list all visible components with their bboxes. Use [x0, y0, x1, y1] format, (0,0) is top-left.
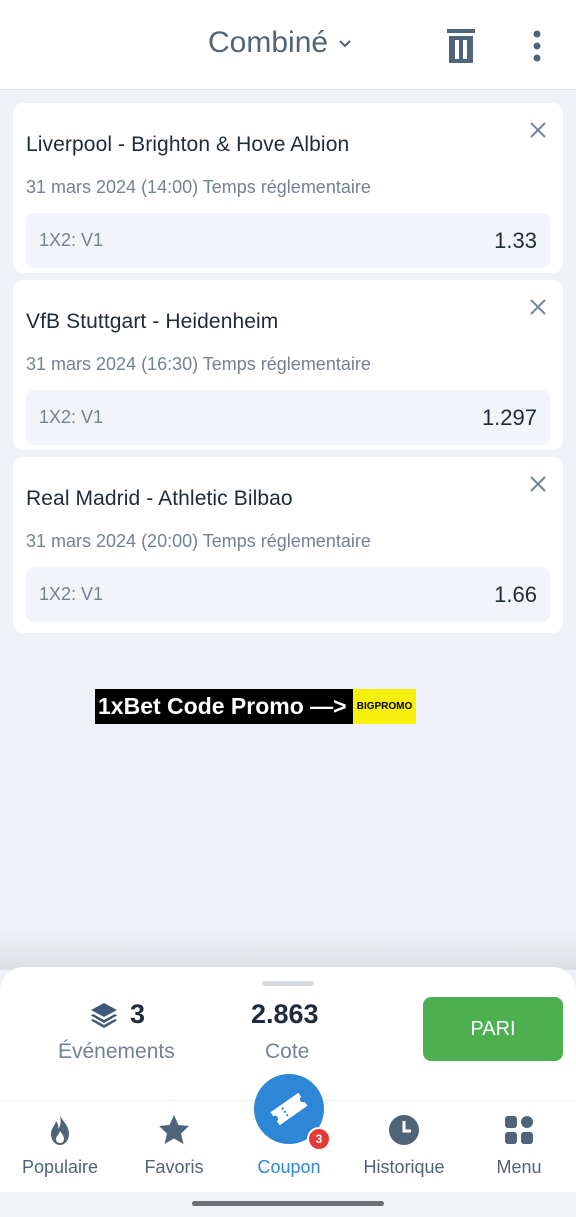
- market-label: 1X2: V1: [39, 407, 104, 427]
- star-icon: [159, 1115, 189, 1144]
- card-notch: [7, 270, 19, 282]
- nav-item-populaire[interactable]: Populaire: [5, 1113, 115, 1178]
- promo-banner: 1xBet Code Promo —> BIGPROMO: [95, 689, 416, 724]
- clock-icon: [389, 1115, 419, 1145]
- odd-value: 1.33: [494, 228, 537, 253]
- chevron-down-icon: [339, 40, 351, 48]
- match-title: Liverpool - Brighton & Hove Albion: [26, 133, 350, 156]
- nav-item-historique[interactable]: Historique: [349, 1113, 459, 1178]
- match-datetime: 31 mars 2024 (16:30) Temps réglementaire: [26, 354, 371, 374]
- place-bet-button[interactable]: PARI: [423, 997, 563, 1061]
- nav-label: Favoris: [144, 1157, 204, 1177]
- total-odds-value: 2.863: [251, 999, 319, 1029]
- promo-code: BIGPROMO: [353, 689, 416, 724]
- nav-label: Coupon: [257, 1157, 321, 1177]
- odd-value: 1.66: [494, 582, 537, 607]
- total-odds-label: Cote: [265, 1040, 310, 1063]
- close-icon[interactable]: [529, 298, 547, 316]
- bet-card: Liverpool - Brighton & Hove Albion 31 ma…: [13, 103, 563, 273]
- nav-label: Menu: [496, 1157, 542, 1177]
- ticket-icon: [270, 1092, 308, 1126]
- odds-row: 1X2: V1 1.66: [26, 567, 550, 622]
- match-title: VfB Stuttgart - Heidenheim: [26, 310, 279, 333]
- events-count-value: 3: [130, 999, 146, 1029]
- card-notch: [557, 270, 569, 282]
- match-title: Real Madrid - Athletic Bilbao: [26, 487, 293, 510]
- more-vertical-icon[interactable]: [530, 30, 544, 62]
- sheet-shadow: [0, 930, 576, 970]
- odds-row: 1X2: V1 1.297: [26, 390, 550, 445]
- close-icon[interactable]: [529, 475, 547, 493]
- coupon-count-badge: 3: [307, 1127, 331, 1151]
- nav-item-favoris[interactable]: Favoris: [119, 1113, 229, 1178]
- layers-icon: [91, 1002, 117, 1028]
- system-home-bar: [0, 1192, 576, 1217]
- bet-card: Real Madrid - Athletic Bilbao 31 mars 20…: [13, 457, 563, 633]
- market-label: 1X2: V1: [39, 230, 104, 250]
- top-header: Combiné: [0, 0, 576, 90]
- promo-text: 1xBet Code Promo —>: [95, 689, 353, 724]
- match-datetime: 31 mars 2024 (14:00) Temps réglementaire: [26, 177, 371, 197]
- nav-label: Historique: [363, 1157, 445, 1177]
- odds-row: 1X2: V1 1.33: [26, 213, 550, 268]
- grid-icon: [505, 1116, 533, 1144]
- nav-item-menu[interactable]: Menu: [464, 1113, 574, 1178]
- bet-card: VfB Stuttgart - Heidenheim 31 mars 2024 …: [13, 280, 563, 450]
- home-indicator[interactable]: [192, 1201, 384, 1206]
- bet-type-selector[interactable]: Combiné: [208, 26, 352, 60]
- trash-icon[interactable]: [447, 28, 475, 64]
- fire-icon: [51, 1115, 69, 1145]
- events-label: Événements: [58, 1040, 175, 1063]
- events-count: 3: [90, 999, 145, 1030]
- market-label: 1X2: V1: [39, 584, 104, 604]
- close-icon[interactable]: [529, 121, 547, 139]
- nav-label: Populaire: [21, 1157, 99, 1177]
- match-datetime: 31 mars 2024 (20:00) Temps réglementaire: [26, 531, 371, 551]
- drag-handle[interactable]: [262, 981, 314, 986]
- header-title: Combiné: [208, 26, 329, 59]
- odd-value: 1.297: [481, 405, 537, 430]
